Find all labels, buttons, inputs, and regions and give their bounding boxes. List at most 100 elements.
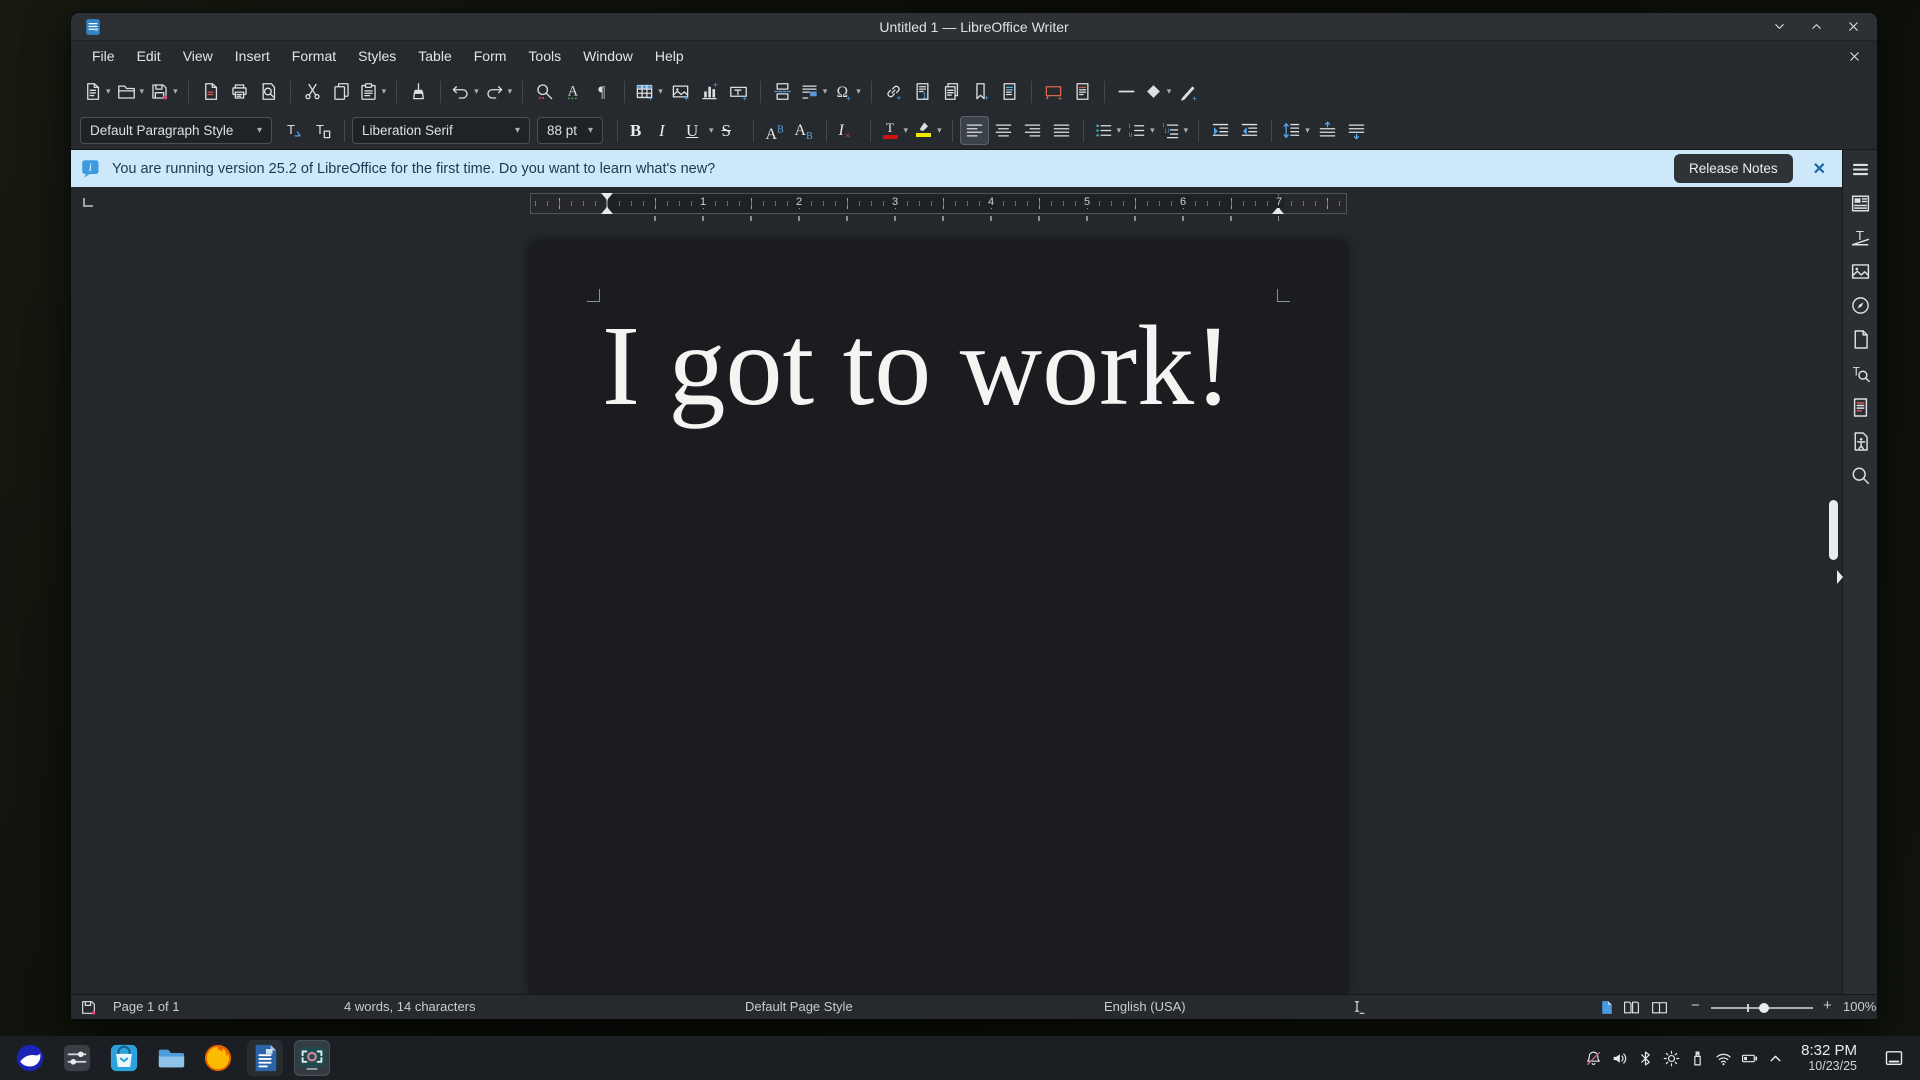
- left-indent-marker[interactable]: [601, 207, 613, 214]
- document-text[interactable]: I got to work!: [602, 292, 1232, 440]
- new-style-icon[interactable]: T: [308, 116, 337, 145]
- freeform-line-icon[interactable]: +: [1174, 77, 1203, 106]
- menu-form[interactable]: Form: [463, 44, 518, 68]
- insert-chart-icon[interactable]: +: [695, 77, 724, 106]
- menu-help[interactable]: Help: [644, 44, 695, 68]
- strikethrough-icon[interactable]: S: [717, 116, 746, 145]
- horizontal-line-icon[interactable]: [1112, 77, 1141, 106]
- find-icon[interactable]: [1850, 465, 1871, 486]
- unsaved-changes-icon[interactable]: [80, 999, 97, 1016]
- italic-icon[interactable]: I: [654, 116, 683, 145]
- menu-insert[interactable]: Insert: [224, 44, 281, 68]
- bold-icon[interactable]: B: [625, 116, 654, 145]
- text-language-status[interactable]: English (USA): [1104, 999, 1186, 1014]
- special-character-icon[interactable]: Ω+: [830, 77, 864, 106]
- document-page[interactable]: I got to work!: [530, 242, 1347, 994]
- menu-file[interactable]: File: [81, 44, 126, 68]
- properties-icon[interactable]: [1850, 193, 1871, 214]
- save-icon[interactable]: [147, 77, 181, 106]
- formatting-marks-icon[interactable]: ¶: [588, 77, 617, 106]
- zoom-in-button[interactable]: +: [1823, 997, 1832, 1014]
- shade-window-button[interactable]: [1772, 19, 1787, 34]
- wifi-icon[interactable]: [1715, 1050, 1732, 1067]
- insert-text-box-icon[interactable]: +: [724, 77, 753, 106]
- right-indent-marker[interactable]: [1272, 207, 1284, 214]
- show-desktop-icon[interactable]: [1884, 1048, 1904, 1068]
- battery-low-icon[interactable]: [1741, 1050, 1758, 1067]
- spelling-icon[interactable]: A: [559, 77, 588, 106]
- ruler-corner-icon[interactable]: [83, 198, 93, 207]
- page-style-status[interactable]: Default Page Style: [745, 999, 853, 1014]
- basic-shapes-icon[interactable]: [1141, 77, 1175, 106]
- maximize-window-button[interactable]: [1809, 19, 1824, 34]
- close-window-button[interactable]: [1846, 19, 1861, 34]
- menu-tools[interactable]: Tools: [517, 44, 572, 68]
- single-page-view-icon[interactable]: [1598, 999, 1615, 1016]
- redo-icon[interactable]: [482, 77, 516, 106]
- paragraph-space-increase-icon[interactable]: [1313, 116, 1342, 145]
- new-document-icon[interactable]: [80, 77, 114, 106]
- undo-icon[interactable]: [448, 77, 482, 106]
- menu-format[interactable]: Format: [281, 44, 347, 68]
- font-size-combobox[interactable]: 88 pt ▾: [537, 117, 603, 144]
- align-left-icon[interactable]: [960, 116, 989, 145]
- line-spacing-icon[interactable]: [1279, 116, 1313, 145]
- gallery-icon[interactable]: [1850, 261, 1871, 282]
- settings-app-icon[interactable]: [59, 1040, 95, 1076]
- multi-page-view-icon[interactable]: [1623, 999, 1640, 1016]
- justify-icon[interactable]: [1047, 116, 1076, 145]
- menu-view[interactable]: View: [172, 44, 224, 68]
- align-right-icon[interactable]: [1018, 116, 1047, 145]
- firefox-icon[interactable]: [200, 1040, 236, 1076]
- menu-styles[interactable]: Styles: [347, 44, 407, 68]
- clock[interactable]: 8:32 PM 10/23/25: [1801, 1042, 1857, 1074]
- clone-formatting-icon[interactable]: [404, 77, 433, 106]
- insert-comment-icon[interactable]: [995, 77, 1024, 106]
- decrease-indent-icon[interactable]: [1235, 116, 1264, 145]
- cut-icon[interactable]: [298, 77, 327, 106]
- insert-footnote-icon[interactable]: 1: [908, 77, 937, 106]
- zoom-level[interactable]: 100%: [1843, 999, 1876, 1014]
- scrollbar-thumb[interactable]: [1829, 500, 1838, 560]
- insert-field-icon[interactable]: [797, 77, 831, 106]
- show-track-changes-icon[interactable]: +: [1039, 77, 1068, 106]
- copy-icon[interactable]: [327, 77, 356, 106]
- subscript-icon[interactable]: AB: [790, 116, 819, 145]
- close-document-icon[interactable]: [1847, 49, 1862, 64]
- styles-icon[interactable]: T: [1850, 227, 1871, 248]
- insert-hyperlink-icon[interactable]: +: [879, 77, 908, 106]
- sidebar-toggle-handle[interactable]: [1837, 570, 1843, 584]
- increase-indent-icon[interactable]: [1206, 116, 1235, 145]
- page-number-status[interactable]: Page 1 of 1: [113, 999, 180, 1014]
- page-icon[interactable]: [1850, 329, 1871, 350]
- word-count-status[interactable]: 4 words, 14 characters: [344, 999, 476, 1014]
- print-preview-icon[interactable]: [254, 77, 283, 106]
- page-break-icon[interactable]: [768, 77, 797, 106]
- numbered-list-icon[interactable]: III: [1124, 116, 1158, 145]
- print-icon[interactable]: [225, 77, 254, 106]
- accessibility-check-icon[interactable]: [1850, 431, 1871, 452]
- navigator-icon[interactable]: [1850, 295, 1871, 316]
- record-track-changes-icon[interactable]: [1068, 77, 1097, 106]
- superscript-icon[interactable]: AB: [761, 116, 790, 145]
- font-color-icon[interactable]: T: [878, 116, 912, 145]
- insert-table-icon[interactable]: +: [632, 77, 666, 106]
- zoom-slider[interactable]: [1711, 1007, 1813, 1009]
- vertical-scrollbar[interactable]: [1829, 190, 1838, 988]
- software-store-icon[interactable]: [106, 1040, 142, 1076]
- writer-app-icon[interactable]: [247, 1040, 283, 1076]
- first-line-indent-marker[interactable]: [601, 193, 613, 200]
- release-notes-button[interactable]: Release Notes: [1674, 154, 1793, 183]
- paragraph-style-combobox[interactable]: Default Paragraph Style ▾: [80, 117, 272, 144]
- export-pdf-icon[interactable]: [196, 77, 225, 106]
- clear-formatting-icon[interactable]: I×: [834, 116, 863, 145]
- paragraph-space-decrease-icon[interactable]: [1342, 116, 1371, 145]
- find-replace-icon[interactable]: [530, 77, 559, 106]
- insert-image-icon[interactable]: +: [666, 77, 695, 106]
- paste-icon[interactable]: [356, 77, 390, 106]
- outline-list-icon[interactable]: II.I: [1158, 116, 1192, 145]
- menu-table[interactable]: Table: [407, 44, 462, 68]
- update-style-icon[interactable]: T: [279, 116, 308, 145]
- manage-changes-icon[interactable]: [1850, 397, 1871, 418]
- infobar-close-icon[interactable]: ✕: [1813, 159, 1826, 179]
